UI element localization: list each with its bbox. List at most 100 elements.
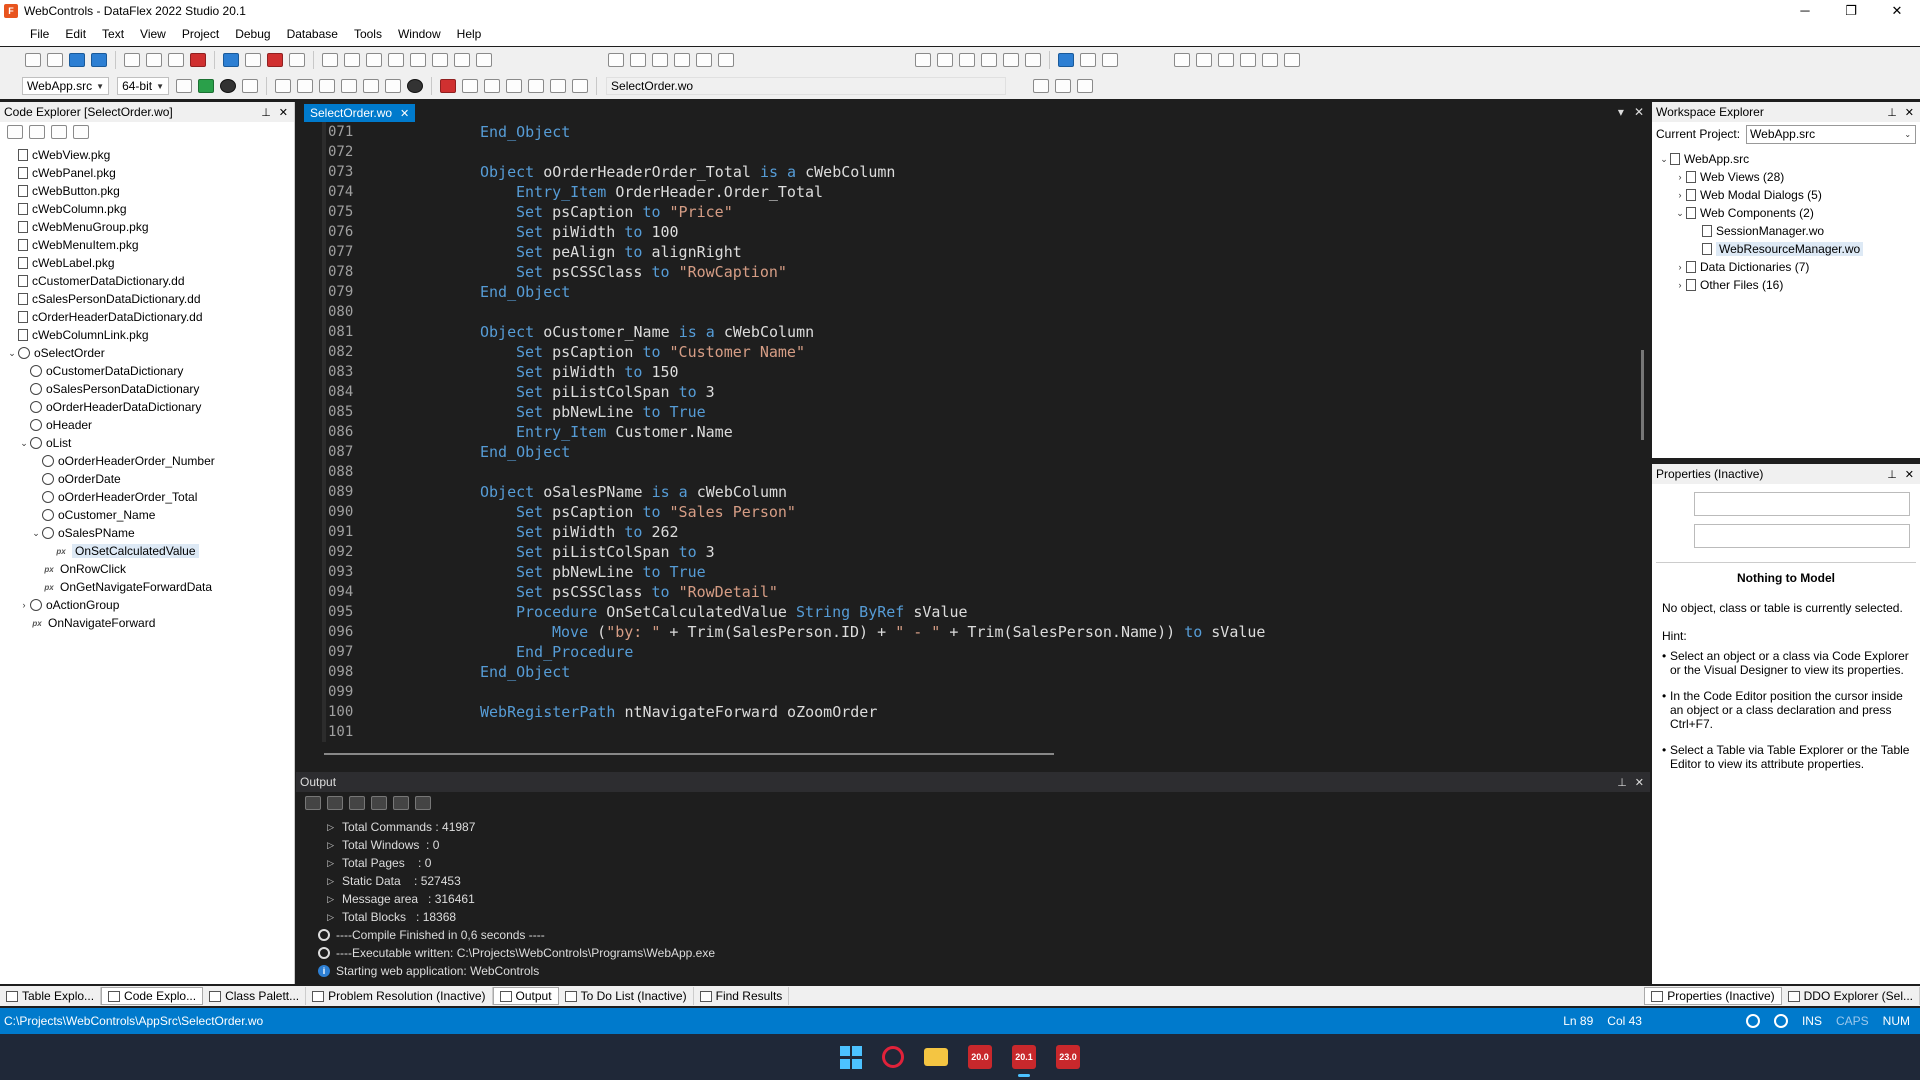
find-icon[interactable]: [1174, 53, 1190, 67]
run-icon[interactable]: [652, 53, 668, 67]
output-line[interactable]: ▷ Total Blocks : 18368: [296, 908, 1650, 926]
property-object-combo[interactable]: [1694, 492, 1910, 516]
tree-item[interactable]: › Data Dictionaries (7): [1652, 258, 1920, 276]
eye-icon[interactable]: [528, 79, 545, 93]
tree-item[interactable]: oCustomer_Name: [0, 506, 294, 524]
scroll-thumb[interactable]: [324, 753, 1054, 755]
code-line[interactable]: 072: [296, 142, 1650, 162]
print-icon[interactable]: [289, 53, 305, 67]
locals-icon[interactable]: [484, 79, 501, 93]
windows-start-icon[interactable]: [840, 1045, 862, 1069]
menu-file[interactable]: File: [30, 27, 49, 41]
tree-item[interactable]: cCustomerDataDictionary.dd: [0, 272, 294, 290]
editor-vertical-scrollbar[interactable]: [1636, 122, 1650, 742]
expand-toggle-icon[interactable]: ›: [1674, 172, 1686, 182]
code-line[interactable]: 096 Move ("by: " + Trim(SalesPerson.ID) +…: [296, 622, 1650, 642]
tab-class-palette[interactable]: Class Palett...: [203, 987, 307, 1005]
tab-find-results[interactable]: Find Results: [694, 987, 790, 1005]
tree-item[interactable]: oCustomerDataDictionary: [0, 362, 294, 380]
tab-code-explorer[interactable]: Code Explo...: [101, 987, 204, 1005]
tab-output[interactable]: Output: [492, 987, 559, 1005]
output-line[interactable]: ▷ Total Commands : 41987: [296, 818, 1650, 836]
list-icon[interactable]: [572, 79, 589, 93]
align-left-icon[interactable]: [915, 53, 931, 67]
close-window-button[interactable]: ✕: [1874, 3, 1920, 19]
align-bottom-icon[interactable]: [1003, 53, 1019, 67]
code-line[interactable]: 079 End_Object: [296, 282, 1650, 302]
copy-icon[interactable]: [349, 796, 365, 810]
run-to-cursor-icon[interactable]: [341, 79, 358, 93]
expand-toggle-icon[interactable]: ⌄: [6, 348, 18, 359]
output-line[interactable]: ▷ Static Data : 527453: [296, 872, 1650, 890]
clear-icon[interactable]: [371, 796, 387, 810]
next-error-icon[interactable]: [327, 796, 343, 810]
report-icon[interactable]: [476, 53, 492, 67]
tree-item[interactable]: cSalesPersonDataDictionary.dd: [0, 290, 294, 308]
code-line[interactable]: 081 Object oCustomer_Name is a cWebColumn: [296, 322, 1650, 342]
prev-error-icon[interactable]: [305, 796, 321, 810]
expand-toggle-icon[interactable]: ›: [1674, 262, 1686, 272]
tree-item[interactable]: cWebPanel.pkg: [0, 164, 294, 182]
layout-icon[interactable]: [388, 53, 404, 67]
pin-icon[interactable]: ⊥: [1617, 776, 1627, 789]
tab-selectorder[interactable]: SelectOrder.wo ✕: [304, 104, 416, 122]
opera-browser-icon[interactable]: [882, 1046, 904, 1068]
code-line[interactable]: 092 Set piListColSpan to 3: [296, 542, 1650, 562]
step-into-icon[interactable]: [297, 79, 314, 93]
code-line[interactable]: 095 Procedure OnSetCalculatedValue String…: [296, 602, 1650, 622]
scroll-thumb[interactable]: [1641, 350, 1644, 440]
tab-ddo-explorer[interactable]: DDO Explorer (Sel...: [1782, 987, 1920, 1005]
code-line[interactable]: 083 Set piWidth to 150: [296, 362, 1650, 382]
tree-item[interactable]: oOrderHeaderOrder_Total: [0, 488, 294, 506]
tree-item[interactable]: ⌄ oSalesPName: [0, 524, 294, 542]
close-icon[interactable]: ✕: [400, 107, 409, 120]
view-icon[interactable]: [322, 53, 338, 67]
code-editor[interactable]: 071 End_Object 072 073 Object oOrderHeaderOr…: [296, 122, 1650, 762]
collapse-all-icon[interactable]: [29, 125, 45, 139]
dataflex-20-1-icon[interactable]: 20.1: [1012, 1045, 1036, 1077]
workspace-combo[interactable]: WebApp.src ▼: [22, 77, 110, 95]
sort-icon[interactable]: [51, 125, 67, 139]
tree-item[interactable]: SessionManager.wo: [1652, 222, 1920, 240]
zoom-icon[interactable]: [1077, 79, 1094, 93]
tree-item[interactable]: px OnSetCalculatedValue: [0, 542, 294, 560]
close-icon[interactable]: ✕: [1635, 776, 1644, 789]
menu-tools[interactable]: Tools: [354, 27, 382, 41]
expand-toggle-icon[interactable]: ›: [1674, 280, 1686, 290]
tree-item[interactable]: › Web Views (28): [1652, 168, 1920, 186]
new-icon[interactable]: [25, 53, 41, 67]
expand-toggle-icon[interactable]: ⌄: [1674, 208, 1686, 219]
find-prev-icon[interactable]: [1196, 53, 1212, 67]
align-right-icon[interactable]: [959, 53, 975, 67]
save-all-icon[interactable]: [91, 53, 107, 67]
tree-item[interactable]: cWebLabel.pkg: [0, 254, 294, 272]
tree-item[interactable]: cWebView.pkg: [0, 146, 294, 164]
menu-debug[interactable]: Debug: [235, 27, 270, 41]
expand-toggle-icon[interactable]: ⌄: [1658, 154, 1670, 165]
align-center-icon[interactable]: [937, 53, 953, 67]
copy-icon[interactable]: [146, 53, 162, 67]
pause-icon[interactable]: [220, 79, 237, 93]
build-icon[interactable]: [176, 79, 193, 93]
filter-icon[interactable]: [73, 125, 89, 139]
editor-horizontal-scrollbar[interactable]: [296, 746, 1636, 762]
tab-properties[interactable]: Properties (Inactive): [1644, 987, 1782, 1005]
code-line[interactable]: 071 End_Object: [296, 122, 1650, 142]
play-icon[interactable]: [242, 79, 259, 93]
close-icon[interactable]: ✕: [1905, 468, 1914, 481]
tree-item[interactable]: ⌄ oList: [0, 434, 294, 452]
stop-icon[interactable]: [267, 53, 283, 67]
pin-icon[interactable]: ⊥: [1887, 106, 1897, 119]
code-line[interactable]: 093 Set pbNewLine to True: [296, 562, 1650, 582]
output-line[interactable]: ----Compile Finished in 0,6 seconds ----: [296, 926, 1650, 944]
table-layout-icon[interactable]: [1055, 79, 1072, 93]
pin-icon[interactable]: ⊥: [261, 106, 271, 119]
tree-item[interactable]: oSalesPersonDataDictionary: [0, 380, 294, 398]
code-line[interactable]: 086 Entry_Item Customer.Name: [296, 422, 1650, 442]
compile-icon[interactable]: [630, 53, 646, 67]
tree-item[interactable]: px OnNavigateForward: [0, 614, 294, 632]
menu-help[interactable]: Help: [457, 27, 482, 41]
expand-all-icon[interactable]: [7, 125, 23, 139]
stop-debug-icon[interactable]: [440, 79, 457, 93]
current-project-select[interactable]: WebApp.src ⌄: [1746, 124, 1917, 144]
